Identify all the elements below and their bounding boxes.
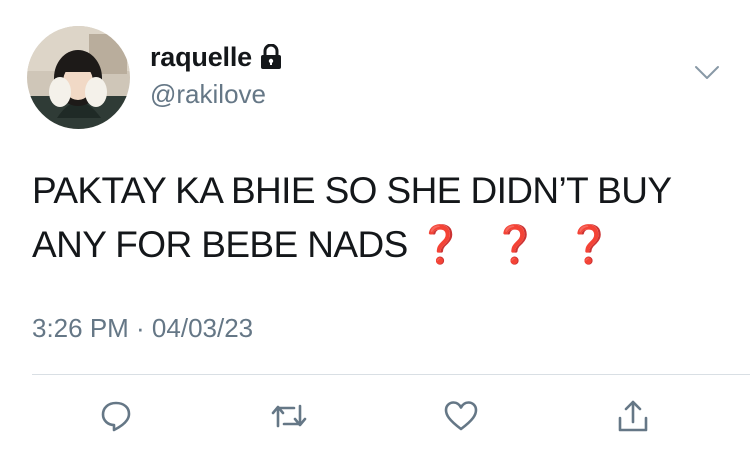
reply-button[interactable] — [96, 396, 136, 436]
retweet-button[interactable] — [269, 396, 309, 436]
share-button[interactable] — [613, 396, 653, 436]
question-mark-emoji: ❓ ❓ ❓ — [417, 224, 613, 265]
tweet-timestamp[interactable]: 3:26 PM · 04/03/23 — [32, 313, 253, 344]
like-icon — [444, 401, 478, 431]
tweet-text: PAKTAY KA BHIE SO SHE DIDN’T BUY ANY FOR… — [32, 164, 732, 272]
user-name-row[interactable]: raquelle — [150, 40, 282, 74]
retweet-icon — [271, 404, 307, 428]
like-button[interactable] — [441, 396, 481, 436]
lock-icon — [260, 43, 282, 70]
user-handle[interactable]: @rakilove — [150, 79, 266, 110]
share-icon — [618, 400, 648, 432]
chevron-down-icon[interactable] — [694, 64, 720, 82]
reply-icon — [101, 401, 131, 432]
avatar[interactable] — [27, 26, 130, 129]
divider — [32, 374, 750, 375]
display-name[interactable]: raquelle — [150, 42, 252, 73]
